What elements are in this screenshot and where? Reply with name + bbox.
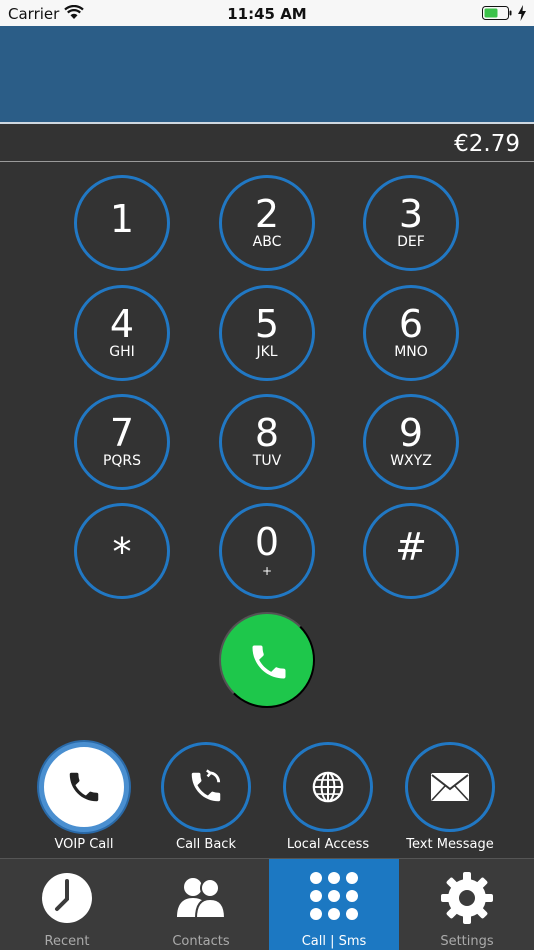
phone-icon [69, 772, 99, 802]
key-digit: 6 [398, 302, 424, 346]
key-star[interactable]: * [74, 503, 170, 599]
mode-label: Text Message [406, 837, 494, 852]
keypad-icon [310, 872, 358, 920]
mode-text-message[interactable]: Text Message [389, 742, 509, 856]
tab-bar: Recent Contacts Call | Sms Settings [0, 858, 534, 950]
key-2[interactable]: 2 ABC [219, 175, 315, 271]
mode-circle[interactable] [39, 742, 129, 832]
key-0[interactable]: 0 + [219, 503, 315, 599]
mode-voip-call[interactable]: VOIP Call [23, 742, 143, 856]
key-letters: JKL [256, 344, 278, 360]
key-digit: 5 [254, 302, 280, 346]
key-letters: DEF [397, 234, 425, 250]
key-digit: 7 [109, 411, 135, 455]
tab-label: Call | Sms [301, 934, 367, 949]
balance-value: €2.79 [454, 131, 520, 157]
mode-label: Call Back [176, 837, 236, 852]
key-letters: WXYZ [390, 453, 432, 469]
call-button[interactable] [219, 612, 315, 708]
charging-bolt-icon [518, 5, 526, 21]
key-letters: MNO [394, 344, 428, 360]
key-3[interactable]: 3 DEF [363, 175, 459, 271]
key-8[interactable]: 8 TUV [219, 394, 315, 490]
tab-contacts[interactable]: Contacts [134, 859, 268, 950]
gear-icon [441, 872, 493, 924]
mode-local-access[interactable]: Local Access [267, 742, 387, 856]
mode-circle[interactable] [405, 742, 495, 832]
key-digit: 9 [398, 411, 424, 455]
dialer-screen: Carrier 11:45 AM €2.79 1 2 ABC 3 DEF 4 G… [0, 0, 534, 950]
tab-recent[interactable]: Recent [0, 859, 134, 950]
key-digit: 4 [109, 302, 135, 346]
key-letters: PQRS [102, 453, 142, 469]
key-letters: TUV [252, 453, 282, 469]
mode-circle[interactable] [161, 742, 251, 832]
status-bar: Carrier 11:45 AM [0, 0, 534, 26]
key-digit: * [112, 530, 132, 574]
mode-circle[interactable] [283, 742, 373, 832]
tab-settings[interactable]: Settings [400, 859, 534, 950]
header-banner [0, 26, 534, 124]
key-digit: # [395, 525, 427, 569]
key-1[interactable]: 1 [74, 175, 170, 271]
tab-label: Recent [44, 934, 90, 949]
mode-label: Local Access [286, 837, 370, 852]
key-digit: 1 [109, 197, 135, 241]
key-hash[interactable]: # [363, 503, 459, 599]
mode-label: VOIP Call [54, 837, 114, 852]
key-letters: ABC [252, 234, 282, 250]
envelope-icon [431, 773, 469, 801]
key-letters: + [261, 564, 273, 578]
key-6[interactable]: 6 MNO [363, 285, 459, 381]
key-digit: 2 [254, 192, 280, 236]
key-digit: 0 [254, 520, 280, 564]
clock-icon [42, 873, 92, 923]
key-9[interactable]: 9 WXYZ [363, 394, 459, 490]
tab-call-sms[interactable]: Call | Sms [269, 859, 399, 950]
globe-icon [312, 771, 344, 803]
contacts-icon [177, 878, 227, 919]
key-digit: 3 [398, 192, 424, 236]
phone-icon [252, 645, 286, 679]
tab-label: Contacts [172, 934, 230, 949]
key-7[interactable]: 7 PQRS [74, 394, 170, 490]
key-digit: 8 [254, 411, 280, 455]
key-letters: GHI [109, 344, 135, 360]
balance-bar: €2.79 [0, 126, 534, 162]
mode-call-back[interactable]: Call Back [145, 742, 265, 856]
callback-icon [191, 769, 221, 802]
tab-label: Settings [440, 934, 494, 949]
key-5[interactable]: 5 JKL [219, 285, 315, 381]
battery-icon [482, 6, 512, 20]
key-4[interactable]: 4 GHI [74, 285, 170, 381]
status-time: 11:45 AM [227, 5, 307, 23]
